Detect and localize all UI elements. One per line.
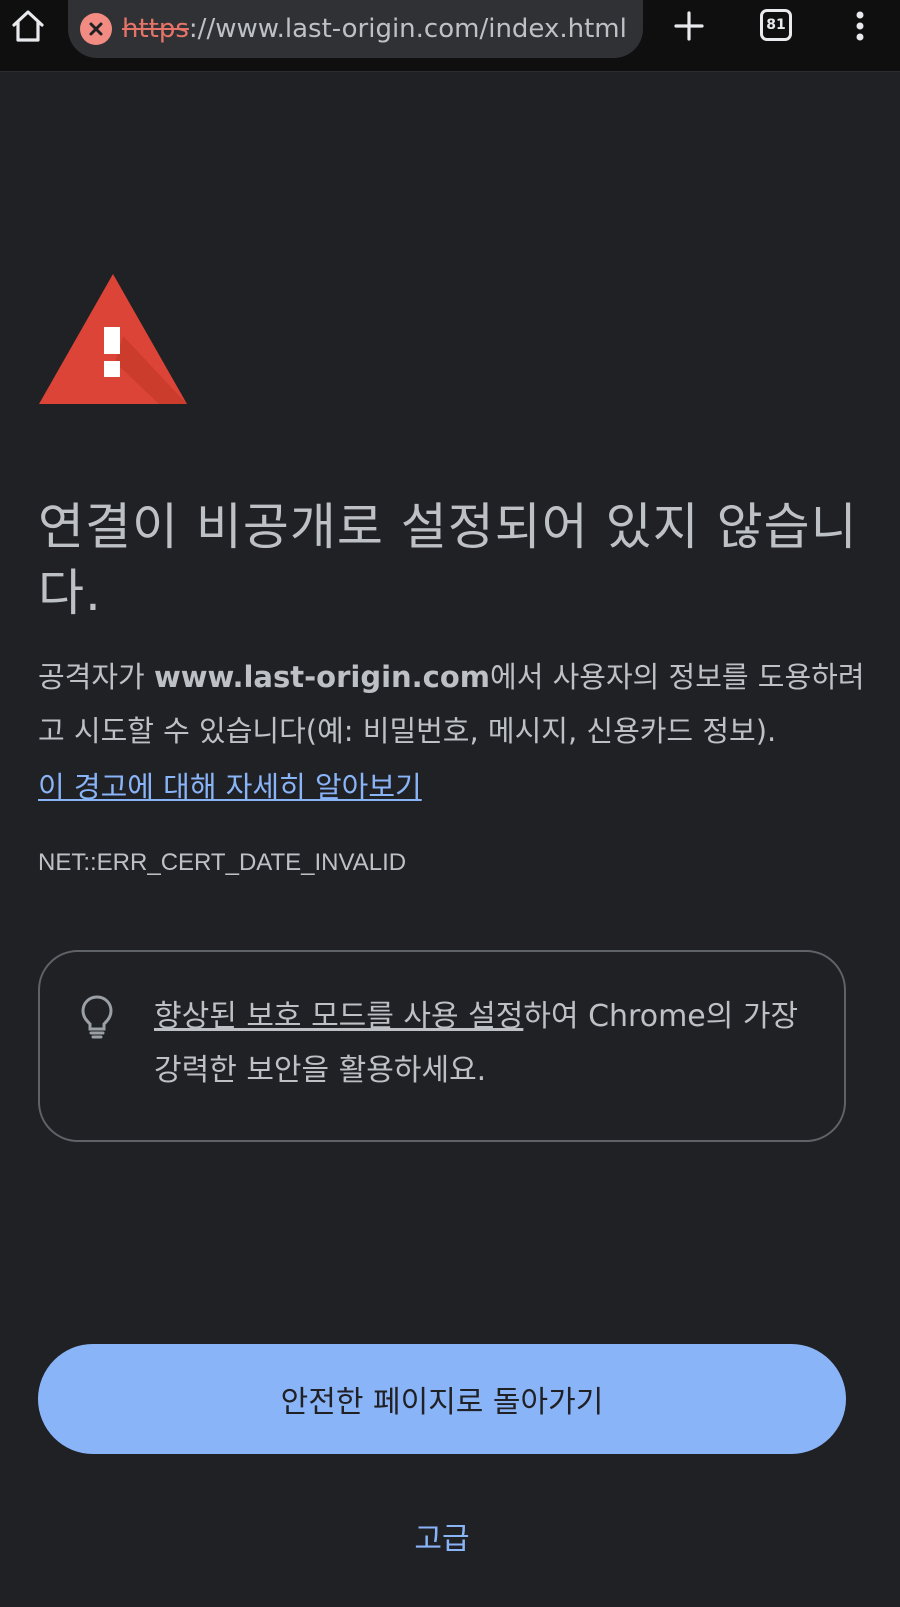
new-tab-button[interactable] bbox=[667, 4, 711, 48]
enhanced-protection-text: 향상된 보호 모드를 사용 설정하여 Chrome의 가장 강력한 보안을 활용… bbox=[154, 990, 814, 1098]
home-button[interactable] bbox=[8, 6, 48, 46]
alert-icon bbox=[89, 22, 103, 36]
warning-message: 공격자가 www.last-origin.com에서 사용자의 정보를 도용하려… bbox=[38, 650, 868, 758]
more-menu-button[interactable] bbox=[846, 4, 874, 48]
enhanced-protection-link[interactable]: 향상된 보호 모드를 사용 설정 bbox=[154, 999, 523, 1034]
url-text: https://www.last-origin.com/index.html bbox=[122, 14, 627, 44]
url-host-path: ://www.last-origin.com/index.html bbox=[188, 14, 627, 44]
enhanced-protection-card: 향상된 보호 모드를 사용 설정하여 Chrome의 가장 강력한 보안을 활용… bbox=[38, 950, 846, 1142]
home-icon bbox=[12, 10, 44, 42]
address-bar[interactable]: https://www.last-origin.com/index.html bbox=[68, 0, 643, 58]
message-domain: www.last-origin.com bbox=[153, 660, 491, 694]
not-secure-button[interactable] bbox=[80, 13, 112, 45]
learn-more-link[interactable]: 이 경고에 대해 자세히 알아보기 bbox=[38, 760, 422, 814]
warning-triangle-icon bbox=[39, 274, 187, 404]
browser-toolbar: https://www.last-origin.com/index.html 8… bbox=[0, 0, 900, 72]
tab-count: 81 bbox=[766, 17, 786, 33]
url-scheme: https bbox=[122, 14, 189, 44]
advanced-button[interactable]: 고급 bbox=[0, 1514, 884, 1558]
back-to-safety-button[interactable]: 안전한 페이지로 돌아가기 bbox=[38, 1344, 846, 1454]
lightbulb-icon bbox=[81, 995, 113, 1039]
more-vert-icon bbox=[856, 11, 864, 41]
tab-switcher-button[interactable]: 81 bbox=[760, 9, 792, 41]
plus-icon bbox=[674, 11, 704, 41]
page-title: 연결이 비공개로 설정되어 있지 않습니다. bbox=[38, 498, 858, 622]
message-prefix: 공격자가 bbox=[38, 660, 154, 694]
error-code: NET::ERR_CERT_DATE_INVALID bbox=[38, 849, 407, 876]
